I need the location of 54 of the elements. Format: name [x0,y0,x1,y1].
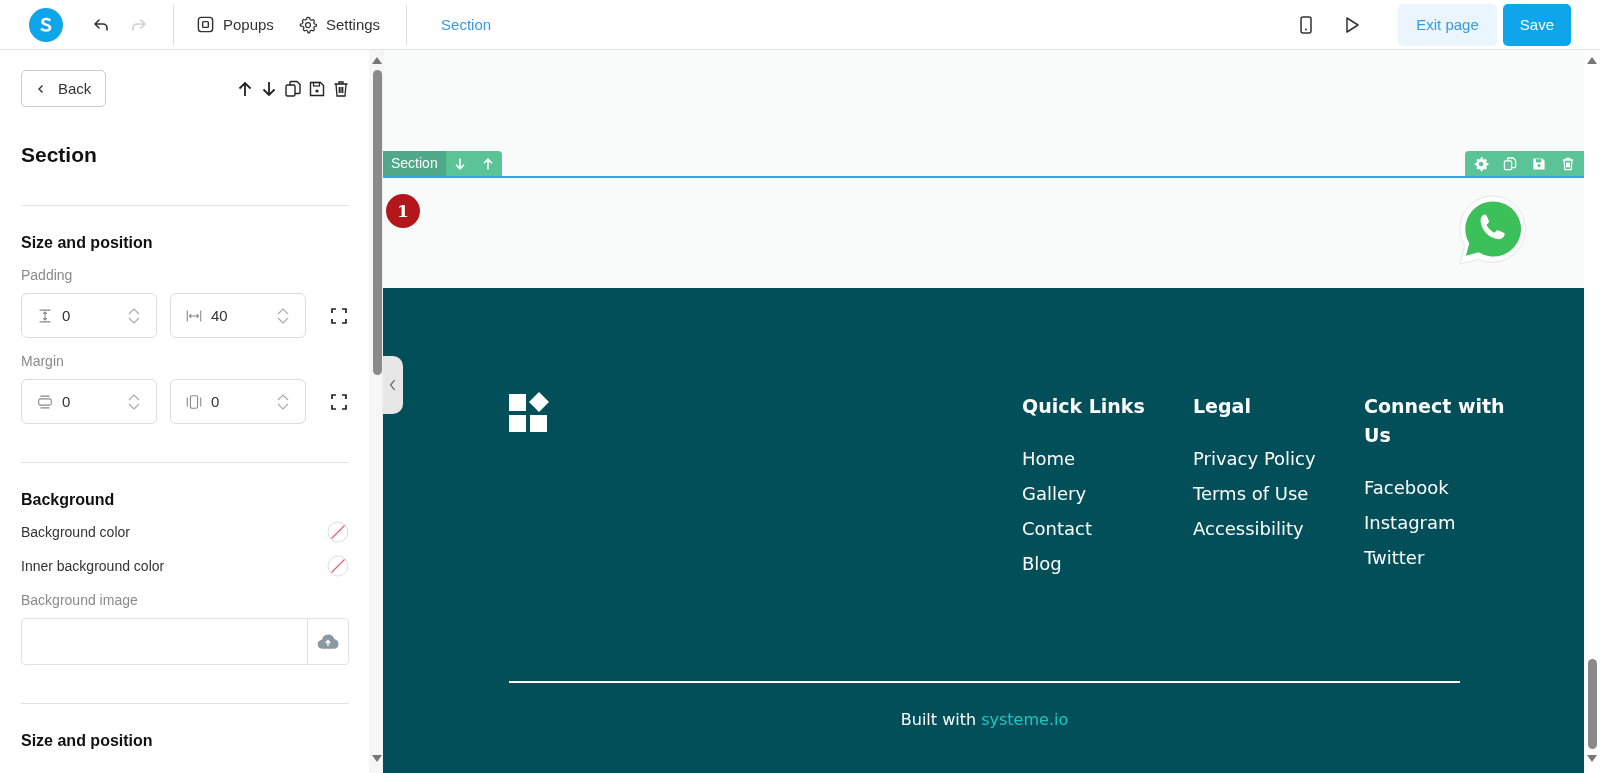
number-field[interactable]: 0 [170,379,306,424]
footer-heading: Connect with Us [1364,394,1506,448]
collapse-panel-tab[interactable] [383,356,403,414]
section-heading: Background [21,491,116,509]
footer-link[interactable]: Contact [1022,511,1193,546]
number-field[interactable]: 0 [21,293,157,338]
expand-sides-icon[interactable] [329,305,349,326]
horizontal-margin-icon [185,392,203,411]
color-label: Inner background color [21,558,165,574]
no-color-swatch[interactable] [327,555,349,577]
field-label: Background image [21,592,139,608]
expand-sides-icon[interactable] [329,391,349,412]
field-label: Padding [21,267,74,283]
scrollbar[interactable] [369,50,382,773]
value-input[interactable]: 0 [62,393,118,410]
field-label: Margin [21,353,65,369]
footer-link[interactable]: Accessibility [1193,511,1364,546]
section-heading: Size and position [21,234,154,252]
square-icon [196,15,215,34]
settings-button[interactable]: Settings [287,8,391,41]
value-input[interactable]: 40 [211,307,267,324]
no-color-swatch[interactable] [327,521,349,543]
section-label: Section [383,151,446,176]
chevron-left-icon [36,83,46,94]
settings-icon [297,14,318,35]
footer-heading: Quick Links [1022,394,1146,419]
value-input[interactable]: 0 [62,307,118,324]
chevron-left-icon [389,379,397,391]
number-field[interactable]: 40 [170,293,306,338]
section-heading: Size and position [21,732,154,750]
back-button[interactable]: Back [21,70,107,107]
footer-link[interactable]: Facebook [1364,470,1514,505]
footer-link[interactable]: Privacy Policy [1193,441,1364,476]
color-label: Background color [21,524,130,540]
copy-icon[interactable] [283,78,303,99]
footer-link[interactable]: Blog [1022,546,1193,581]
popups-button[interactable]: Popups [186,9,284,40]
credit-text: Built with [900,710,977,729]
footer-link[interactable]: Twitter [1364,540,1514,575]
footer-link[interactable]: Gallery [1022,476,1193,511]
number-field[interactable]: 0 [21,379,157,424]
panel-title: Section [21,143,98,167]
footer-link[interactable]: Instagram [1364,505,1514,540]
logo-icon [29,7,63,42]
footer-heading: Legal [1193,394,1252,419]
value-input[interactable]: 0 [211,393,267,410]
footer-link[interactable]: Home [1022,441,1193,476]
number-badge: 1 [386,194,420,228]
credit-link[interactable]: systeme.io [981,710,1069,729]
grid-logo-icon [509,392,549,432]
image-url-field[interactable] [21,618,349,665]
settings-icon[interactable] [1473,155,1489,172]
footer-link[interactable]: Terms of Use [1193,476,1364,511]
cloud-upload-icon [317,633,339,650]
